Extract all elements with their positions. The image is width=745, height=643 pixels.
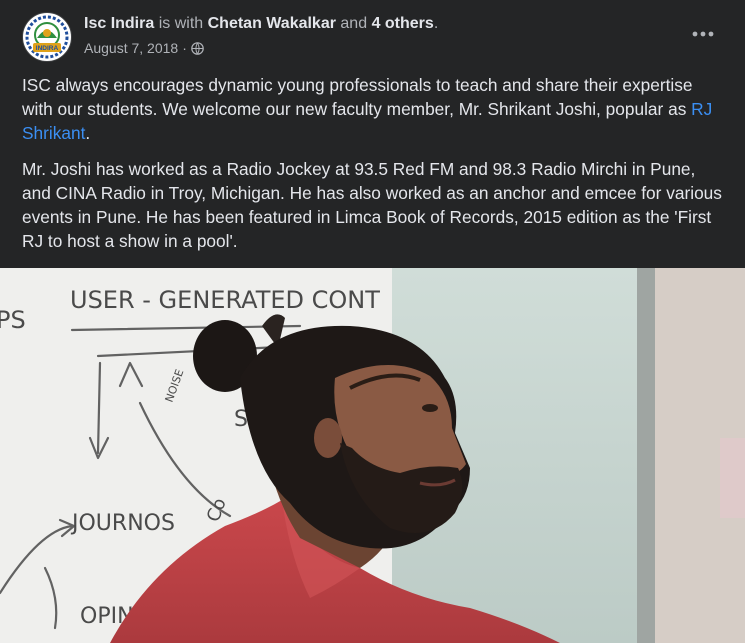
post-authors: Isc Indira is with Chetan Wakalkar and 4… bbox=[84, 14, 438, 34]
dot-separator: · bbox=[182, 40, 187, 56]
others-link[interactable]: 4 others bbox=[372, 15, 434, 32]
whiteboard-word: PS bbox=[0, 306, 26, 334]
post-card: INDIRA Isc Indira is with Chetan Wakalka… bbox=[0, 0, 745, 643]
paragraph-2: Mr. Joshi has worked as a Radio Jockey a… bbox=[22, 159, 722, 251]
and-text: and bbox=[340, 15, 368, 32]
post-header: INDIRA Isc Indira is with Chetan Wakalka… bbox=[22, 12, 725, 62]
paragraph-1: ISC always encourages dynamic young prof… bbox=[22, 73, 723, 145]
whiteboard-word: JOURNOS bbox=[70, 511, 175, 536]
post-date[interactable]: August 7, 2018 bbox=[84, 40, 178, 56]
more-options-icon bbox=[692, 31, 714, 37]
post-meta: August 7, 2018 · bbox=[84, 40, 204, 56]
author-name[interactable]: Isc Indira bbox=[84, 15, 154, 32]
more-options-button[interactable] bbox=[685, 22, 721, 46]
logo-text: INDIRA bbox=[36, 45, 59, 52]
period: . bbox=[433, 15, 439, 32]
paragraph-1-end: . bbox=[85, 123, 91, 143]
whiteboard-word: USER - GENERATED CONT bbox=[70, 286, 380, 314]
indira-logo-icon: INDIRA bbox=[25, 15, 69, 59]
page-avatar[interactable]: INDIRA bbox=[22, 12, 72, 62]
globe-icon bbox=[191, 41, 204, 55]
with-text: is with bbox=[158, 15, 204, 32]
paragraph-1-text: ISC always encourages dynamic young prof… bbox=[22, 75, 693, 119]
tagged-person[interactable]: Chetan Wakalkar bbox=[208, 15, 336, 32]
post-photo[interactable]: PS USER - GENERATED CONT JOURNOS OPIN NO… bbox=[0, 268, 745, 643]
post-text: ISC always encourages dynamic young prof… bbox=[22, 73, 723, 265]
teacher-photo: PS USER - GENERATED CONT JOURNOS OPIN NO… bbox=[0, 268, 745, 643]
